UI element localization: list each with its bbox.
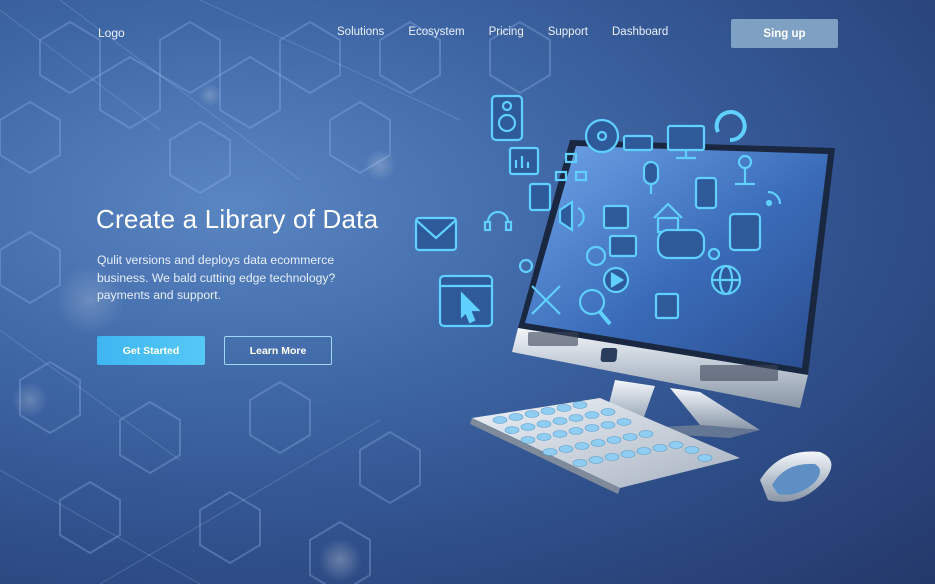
telephone-icon — [728, 212, 762, 252]
headphones-icon — [483, 210, 513, 232]
clapperboard-icon — [608, 234, 638, 258]
nav-links: Solutions Ecosystem Pricing Support Dash… — [337, 26, 692, 38]
sd-card-icon — [528, 182, 552, 212]
game-controller-icon — [656, 228, 706, 260]
landing-page: Logo Solutions Ecosystem Pricing Support… — [0, 0, 935, 584]
nav-link-ecosystem[interactable]: Ecosystem — [408, 26, 464, 38]
globe-icon — [710, 264, 742, 296]
top-navigation: Logo Solutions Ecosystem Pricing Support… — [0, 0, 935, 66]
logo[interactable]: Logo — [98, 26, 125, 40]
nav-link-solutions[interactable]: Solutions — [337, 26, 384, 38]
nav-link-support[interactable]: Support — [548, 26, 588, 38]
hero-title: Create a Library of Data — [96, 204, 379, 234]
mail-icon — [414, 216, 458, 252]
learn-more-button[interactable]: Learn More — [224, 336, 332, 365]
bar-chart-icon — [508, 146, 540, 176]
equalizer-icon — [602, 204, 630, 230]
hero-description: Qulit versions and deploys data ecommerc… — [97, 253, 336, 302]
signup-button[interactable]: Sing up — [731, 19, 838, 48]
monitor — [512, 140, 835, 438]
computer-illustration — [414, 94, 835, 502]
keyboard-icon — [622, 134, 654, 152]
speaker-icon — [490, 94, 524, 142]
calendar-icon — [654, 292, 680, 320]
refresh-icon — [714, 110, 747, 143]
nav-link-dashboard[interactable]: Dashboard — [612, 26, 668, 38]
gear-icon — [518, 258, 534, 274]
mouse — [760, 451, 832, 502]
play-icon — [602, 266, 630, 294]
tablet-icon — [694, 176, 718, 210]
nav-link-pricing[interactable]: Pricing — [489, 26, 524, 38]
cursor-window-icon — [438, 274, 494, 328]
get-started-button[interactable]: Get Started — [97, 336, 205, 365]
film-reel-icon — [584, 118, 620, 154]
